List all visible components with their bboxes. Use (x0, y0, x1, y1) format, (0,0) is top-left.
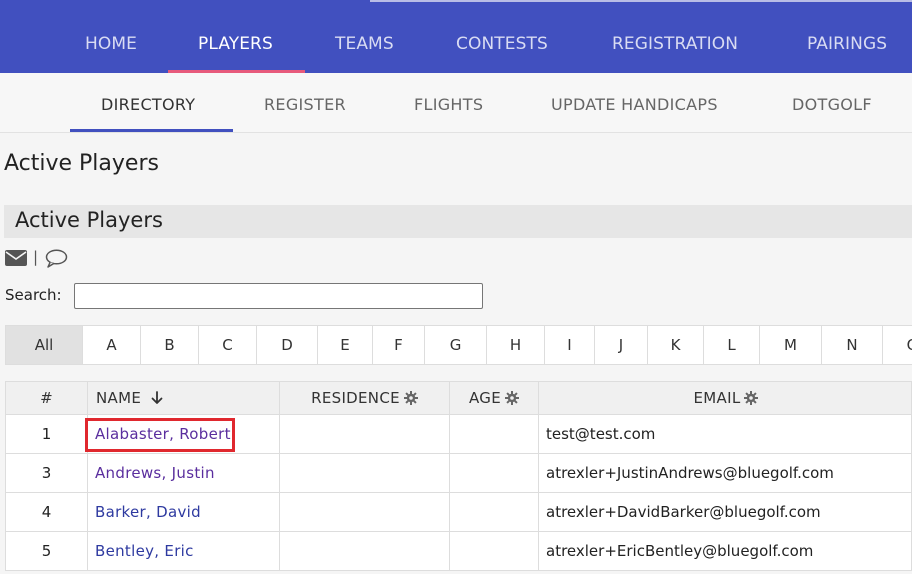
icon-separator: | (33, 248, 39, 266)
row-email: test@test.com (546, 425, 656, 443)
subnav-active-indicator (70, 129, 233, 132)
player-name-link[interactable]: Andrews, Justin (95, 464, 215, 482)
row-email: atrexler+DavidBarker@bluegolf.com (546, 503, 821, 521)
nav-registration[interactable]: REGISTRATION (612, 34, 738, 54)
top-nav-edge (370, 0, 912, 2)
search-input[interactable] (74, 283, 483, 309)
letter-filter-n[interactable]: N (822, 326, 883, 364)
table-row: 3 Andrews, Justin atrexler+JustinAndrews… (5, 454, 912, 493)
header-email[interactable]: EMAIL (539, 382, 912, 414)
sort-arrow-down-icon (151, 391, 163, 404)
row-age (450, 532, 539, 570)
subnav-register[interactable]: REGISTER (264, 95, 346, 114)
section-title: Active Players (15, 208, 163, 232)
row-residence (280, 493, 450, 531)
gear-icon[interactable] (505, 391, 519, 405)
row-age (450, 493, 539, 531)
row-name: Alabaster, Robert (88, 415, 280, 453)
sub-nav: DIRECTORY REGISTER FLIGHTS UPDATE HANDIC… (0, 73, 912, 133)
header-name[interactable]: NAME (88, 382, 280, 414)
letter-filter-a[interactable]: A (83, 326, 141, 364)
subnav-directory[interactable]: DIRECTORY (101, 95, 195, 114)
row-name: Bentley, Eric (88, 532, 280, 570)
header-residence-label: RESIDENCE (311, 389, 400, 407)
table-row: 4 Barker, David atrexler+DavidBarker@blu… (5, 493, 912, 532)
row-residence (280, 415, 450, 453)
row-residence (280, 454, 450, 492)
table-row: 1 Alabaster, Robert test@test.com (5, 415, 912, 454)
letter-filter-j[interactable]: J (595, 326, 648, 364)
gear-icon[interactable] (403, 391, 418, 405)
nav-pairings[interactable]: PAIRINGS (807, 34, 887, 54)
row-residence (280, 532, 450, 570)
letter-filter-all[interactable]: All (6, 326, 83, 364)
nav-players[interactable]: PLAYERS (198, 34, 273, 54)
header-age[interactable]: AGE (450, 382, 539, 414)
letter-filter-i[interactable]: I (545, 326, 595, 364)
letter-filter-c[interactable]: C (199, 326, 257, 364)
row-number: 4 (6, 493, 88, 531)
letter-filter-h[interactable]: H (487, 326, 545, 364)
gear-icon[interactable] (744, 391, 759, 405)
envelope-icon[interactable] (5, 250, 27, 266)
section-header: Active Players (4, 205, 912, 238)
top-nav: HOME PLAYERS TEAMS CONTESTS REGISTRATION… (0, 0, 912, 73)
header-email-label: EMAIL (693, 389, 741, 407)
letter-filter-g[interactable]: G (425, 326, 487, 364)
letter-filter: AllABCDEFGHIJKLMNO (5, 325, 912, 365)
row-age (450, 415, 539, 453)
player-name-link[interactable]: Barker, David (95, 503, 201, 521)
header-age-label: AGE (469, 389, 501, 407)
nav-contests[interactable]: CONTESTS (456, 34, 548, 54)
row-name: Barker, David (88, 493, 280, 531)
row-number: 3 (6, 454, 88, 492)
search-label: Search: (5, 286, 62, 304)
row-name: Andrews, Justin (88, 454, 280, 492)
comment-icon[interactable] (45, 249, 68, 268)
letter-filter-e[interactable]: E (318, 326, 373, 364)
table-header: # NAME RESIDENCE AGE EMAIL (5, 381, 912, 415)
subnav-dotgolf[interactable]: DOTGOLF (792, 95, 872, 114)
letter-filter-f[interactable]: F (373, 326, 425, 364)
row-number: 5 (6, 532, 88, 570)
header-name-label: NAME (96, 389, 142, 407)
subnav-update-handicaps[interactable]: UPDATE HANDICAPS (551, 95, 718, 114)
table-row: 5 Bentley, Eric atrexler+EricBentley@blu… (5, 532, 912, 571)
letter-filter-b[interactable]: B (141, 326, 199, 364)
letter-filter-k[interactable]: K (648, 326, 704, 364)
letter-filter-m[interactable]: M (760, 326, 822, 364)
row-email: atrexler+JustinAndrews@bluegolf.com (546, 464, 834, 482)
letter-filter-d[interactable]: D (257, 326, 318, 364)
row-email: atrexler+EricBentley@bluegolf.com (546, 542, 814, 560)
row-number: 1 (6, 415, 88, 453)
nav-teams[interactable]: TEAMS (335, 34, 394, 54)
header-residence[interactable]: RESIDENCE (280, 382, 450, 414)
letter-filter-o[interactable]: O (883, 326, 912, 364)
subnav-flights[interactable]: FLIGHTS (414, 95, 483, 114)
nav-home[interactable]: HOME (85, 34, 137, 54)
row-age (450, 454, 539, 492)
page-title: Active Players (4, 151, 159, 176)
player-name-link[interactable]: Bentley, Eric (95, 542, 194, 560)
header-number[interactable]: # (6, 382, 88, 414)
player-name-link[interactable]: Alabaster, Robert (95, 425, 231, 443)
letter-filter-l[interactable]: L (704, 326, 760, 364)
